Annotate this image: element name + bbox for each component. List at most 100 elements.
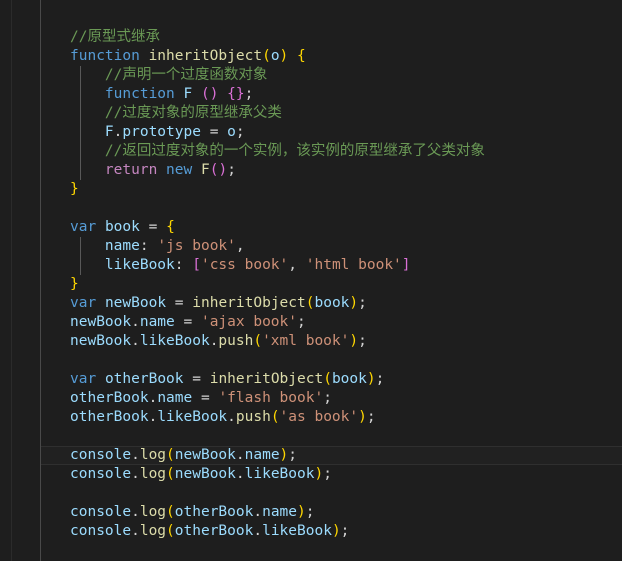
- code-token-object: console: [70, 504, 132, 520]
- code-token-dot: .: [131, 314, 140, 330]
- code-line[interactable]: console.log(newBook.name);: [41, 446, 622, 465]
- code-line[interactable]: return new F();: [41, 161, 622, 180]
- code-token-dot: .: [131, 466, 140, 482]
- code-token-keyword: var: [70, 219, 97, 235]
- code-line[interactable]: //过度对象的原型继承父类: [41, 104, 622, 123]
- code-token-bracket: (: [166, 466, 175, 482]
- code-line[interactable]: //返回过度对象的一个实例，该实例的原型继承了父类对象: [41, 142, 622, 161]
- code-token-bracket: ]: [401, 257, 411, 273]
- code-token-bracket: (): [209, 162, 228, 178]
- code-token-comment: //返回过度对象的一个实例，该实例的原型继承了父类对象: [70, 143, 485, 159]
- code-token-bracket: (): [200, 86, 219, 102]
- code-token-dot: .: [131, 333, 140, 349]
- code-token-semicolon: ;: [288, 447, 298, 463]
- code-token-string: 'as book': [279, 409, 359, 425]
- code-token-method: push: [218, 333, 254, 349]
- code-token-variable: newBook: [70, 333, 132, 349]
- code-token-string: 'xml book': [262, 333, 350, 349]
- code-token-object: console: [70, 523, 132, 539]
- code-token-property: name: [244, 447, 280, 463]
- code-line[interactable]: otherBook.likeBook.push('as book');: [41, 408, 622, 427]
- code-token-object: console: [70, 447, 132, 463]
- code-token-method: push: [235, 409, 271, 425]
- code-token-variable: book: [104, 219, 140, 235]
- code-token-method: log: [139, 504, 167, 520]
- code-token-semicolon: ;: [323, 466, 332, 482]
- code-line[interactable]: likeBook: ['css book', 'html book']: [41, 256, 622, 275]
- code-line[interactable]: console.log(otherBook.name);: [41, 503, 622, 522]
- code-token-bracket: {}: [227, 86, 245, 102]
- code-line-blank[interactable]: [41, 484, 622, 503]
- code-token-bracket: ): [314, 466, 324, 482]
- code-token-operator: =: [200, 124, 228, 140]
- code-token-method: log: [139, 466, 167, 482]
- code-line[interactable]: }: [41, 275, 622, 294]
- code-lines[interactable]: //原型式继承 function inheritObject(o) { //声明…: [41, 28, 622, 541]
- code-token-variable: otherBook: [70, 409, 149, 425]
- code-token-dot: .: [253, 504, 263, 520]
- code-line[interactable]: var otherBook = inheritObject(book);: [41, 370, 622, 389]
- code-token-dot: .: [235, 466, 245, 482]
- code-token-keyword: function: [70, 48, 140, 64]
- code-token-indent: [70, 162, 105, 178]
- code-token-semicolon: ;: [227, 162, 236, 178]
- code-token-semicolon: ;: [305, 504, 315, 520]
- code-line-blank[interactable]: [41, 199, 622, 218]
- code-token-bracket: [: [192, 257, 201, 273]
- code-token-dot: .: [148, 409, 158, 425]
- code-token-colon: :: [139, 238, 158, 254]
- code-token-indent: [70, 257, 105, 273]
- code-token-variable: otherBook: [104, 371, 184, 387]
- code-line[interactable]: var newBook = inheritObject(book);: [41, 294, 622, 313]
- code-token-bracket: {: [297, 48, 306, 64]
- code-token-argument: newBook: [174, 466, 236, 482]
- code-token-dot: .: [253, 523, 263, 539]
- code-token-keyword: var: [70, 295, 97, 311]
- code-line[interactable]: //原型式继承: [41, 28, 622, 47]
- code-line[interactable]: name: 'js book',: [41, 237, 622, 256]
- code-token-operator: =: [166, 295, 193, 311]
- code-token-property: name: [104, 238, 140, 254]
- code-token-function-call: inheritObject: [209, 371, 324, 387]
- code-line[interactable]: //声明一个过度函数对象: [41, 66, 622, 85]
- code-token-variable: F: [104, 124, 114, 140]
- code-line[interactable]: var book = {: [41, 218, 622, 237]
- code-token-bracket: (: [253, 333, 263, 349]
- code-token-bracket: (: [262, 48, 271, 64]
- code-line[interactable]: newBook.name = 'ajax book';: [41, 313, 622, 332]
- code-token-function-name: F: [200, 162, 210, 178]
- code-token-keyword: return: [104, 162, 158, 178]
- code-content-area[interactable]: //原型式继承 function inheritObject(o) { //声明…: [41, 0, 622, 561]
- code-token-operator: =: [183, 371, 210, 387]
- code-line[interactable]: otherBook.name = 'flash book';: [41, 389, 622, 408]
- code-token-function-name: inheritObject: [148, 48, 263, 64]
- code-editor[interactable]: //原型式继承 function inheritObject(o) { //声明…: [0, 0, 622, 561]
- code-token-bracket: (: [166, 447, 175, 463]
- code-line[interactable]: newBook.likeBook.push('xml book');: [41, 332, 622, 351]
- code-token-bracket: (: [323, 371, 332, 387]
- code-token-argument: otherBook: [174, 523, 254, 539]
- code-token-dot: .: [235, 447, 245, 463]
- code-token-bracket: }: [70, 181, 79, 197]
- code-token-dot: .: [227, 409, 236, 425]
- code-line-blank[interactable]: [41, 351, 622, 370]
- code-line[interactable]: function inheritObject(o) {: [41, 47, 622, 66]
- code-token-string: 'ajax book': [200, 314, 297, 330]
- code-line[interactable]: console.log(otherBook.likeBook);: [41, 522, 622, 541]
- code-line-blank[interactable]: [41, 427, 622, 446]
- code-token-comma: ,: [288, 257, 306, 273]
- code-token-indent: [70, 124, 105, 140]
- code-line[interactable]: F.prototype = o;: [41, 123, 622, 142]
- code-token-bracket: (: [270, 409, 280, 425]
- code-token-variable: otherBook: [70, 390, 149, 406]
- code-token-semicolon: ;: [323, 390, 332, 406]
- code-line[interactable]: }: [41, 180, 622, 199]
- code-line[interactable]: function F () {};: [41, 85, 622, 104]
- code-token-bracket: ): [349, 295, 359, 311]
- code-line[interactable]: console.log(newBook.likeBook);: [41, 465, 622, 484]
- code-token-property: name: [262, 504, 298, 520]
